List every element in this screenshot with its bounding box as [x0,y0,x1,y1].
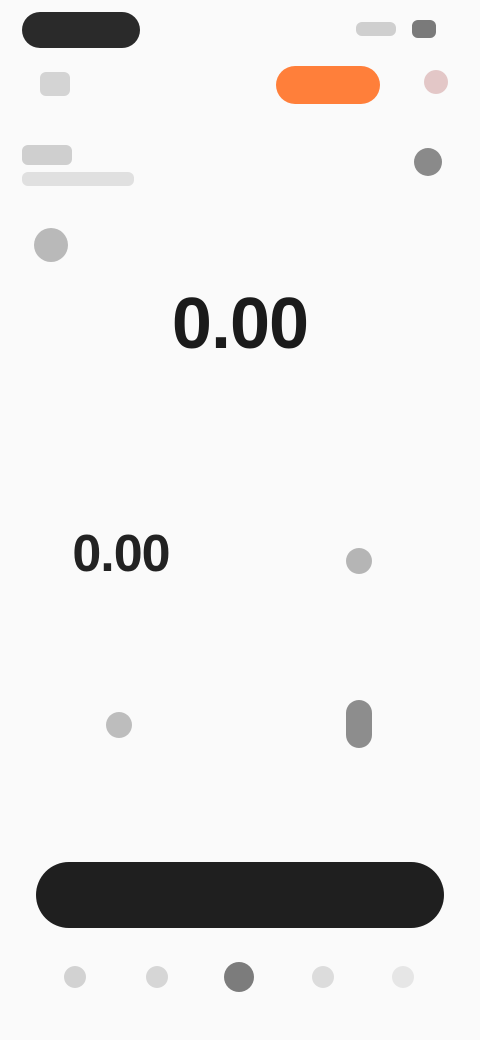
profile-icon[interactable] [424,70,448,94]
status-pill [22,12,140,48]
page-subtitle [22,172,134,186]
right-metric-icon [346,548,372,574]
left-metric-label [84,612,158,630]
primary-cta-button[interactable] [36,862,444,928]
metric-label-top [200,222,280,240]
nav-item-home[interactable] [64,966,86,988]
greeting-line [40,72,70,96]
left-metric-value: 0.00 [72,525,170,583]
nav-item-activity[interactable] [312,966,334,988]
signal-icon [356,22,396,36]
bottom-left-label [76,766,164,806]
calendar-icon[interactable] [34,228,68,262]
bottom-right-icon [346,700,372,748]
bottom-left-icon [106,712,132,738]
bottom-right-label [324,758,394,776]
settings-icon[interactable] [414,148,442,176]
right-metric-label [312,616,404,634]
nav-item-center[interactable] [224,962,254,992]
bottom-nav [0,946,480,1008]
main-metric-value: 0.00 [171,284,309,364]
nav-item-search[interactable] [146,966,168,988]
page-title [22,145,72,165]
nav-item-profile[interactable] [392,966,414,988]
main-metric-unit [196,392,284,410]
primary-action-button[interactable] [276,66,380,104]
battery-icon [412,20,436,38]
